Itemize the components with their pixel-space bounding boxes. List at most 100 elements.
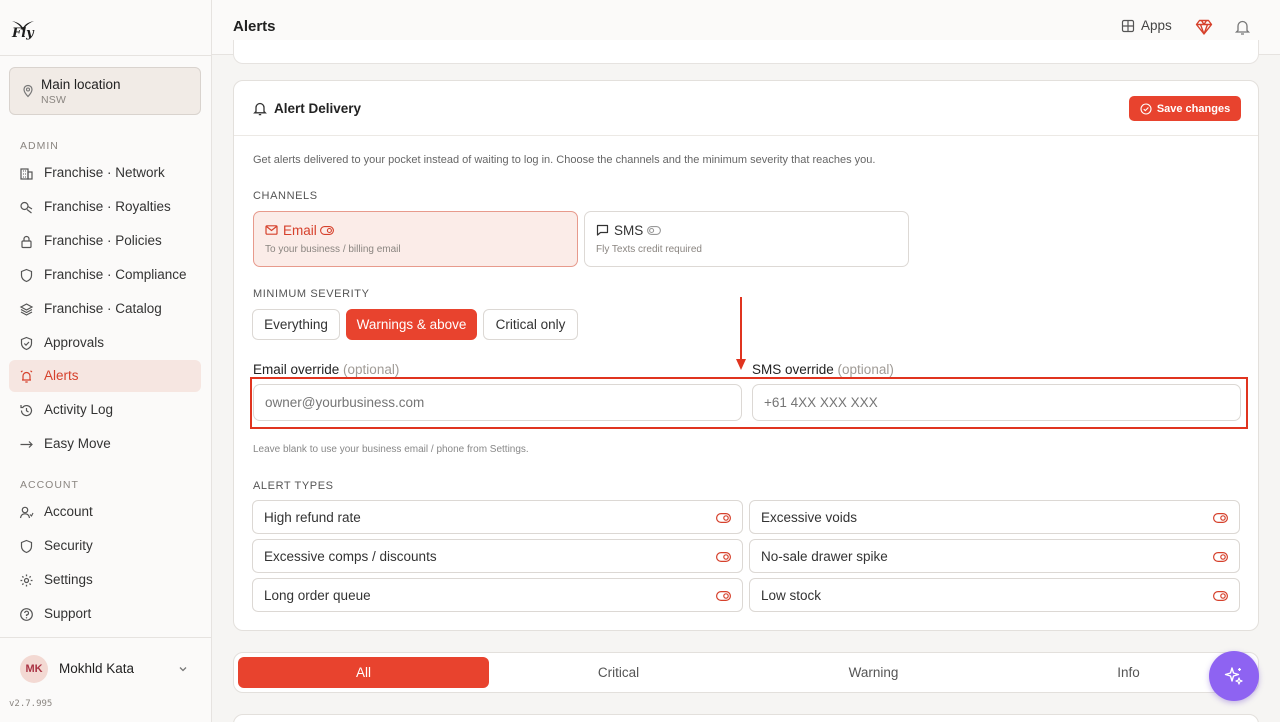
sidebar-item-label: Approvals bbox=[44, 335, 105, 350]
account-section-label: ACCOUNT bbox=[20, 479, 79, 491]
alert-type-label: High refund rate bbox=[264, 510, 361, 525]
sidebar: Fly Main location NSW ADMIN Franchise · … bbox=[0, 0, 212, 722]
user-name[interactable]: Mokhld Kata bbox=[59, 661, 134, 676]
save-label: Save changes bbox=[1156, 102, 1231, 115]
sidebar-item-label: Franchise · Catalog bbox=[44, 301, 162, 316]
sidebar-item-label: Franchise · Royalties bbox=[44, 199, 171, 214]
severity-critical-only[interactable]: Critical only bbox=[483, 309, 578, 340]
toggle-icon[interactable] bbox=[716, 552, 731, 562]
sidebar-item-alerts[interactable]: Alerts bbox=[9, 360, 201, 392]
sidebar-item-franchise-policies[interactable]: Franchise · Policies bbox=[9, 225, 201, 257]
email-override-input[interactable] bbox=[253, 384, 742, 421]
sidebar-item-settings[interactable]: Settings bbox=[9, 564, 201, 596]
avatar[interactable]: MK bbox=[20, 655, 48, 683]
user-icon bbox=[19, 506, 34, 519]
sidebar-item-account[interactable]: Account bbox=[9, 496, 201, 528]
apps-button[interactable]: Apps bbox=[1121, 18, 1172, 33]
sidebar-item-label: Support bbox=[44, 606, 92, 621]
bell-icon bbox=[253, 102, 267, 116]
toggle-icon[interactable] bbox=[716, 591, 731, 601]
sidebar-item-franchise-network[interactable]: Franchise · Network bbox=[9, 157, 201, 189]
sidebar-item-franchise-compliance[interactable]: Franchise · Compliance bbox=[9, 259, 201, 291]
channel-sms-card[interactable]: SMS Fly Texts credit required bbox=[584, 211, 909, 267]
alert-type-long-order-queue[interactable]: Long order queue bbox=[252, 578, 743, 612]
severity-label: MINIMUM SEVERITY bbox=[253, 288, 370, 300]
alert-type-low-stock[interactable]: Low stock bbox=[749, 578, 1240, 612]
coins-icon bbox=[20, 201, 33, 214]
toggle-icon[interactable] bbox=[1213, 591, 1228, 601]
shield-icon bbox=[20, 268, 33, 283]
notifications-bell-icon[interactable] bbox=[1234, 18, 1251, 36]
toggle-off-icon[interactable] bbox=[647, 226, 661, 235]
message-icon bbox=[596, 224, 609, 236]
alert-types-label: ALERT TYPES bbox=[253, 480, 334, 492]
app-version: v2.7.995 bbox=[9, 699, 53, 709]
gem-icon[interactable] bbox=[1195, 18, 1213, 36]
sidebar-item-security[interactable]: Security bbox=[9, 530, 201, 562]
toggle-icon[interactable] bbox=[1213, 513, 1228, 523]
sms-override-label-text: SMS override bbox=[752, 362, 834, 377]
toggle-icon[interactable] bbox=[1213, 552, 1228, 562]
buildings-icon bbox=[20, 168, 33, 180]
channel-sms-name: SMS bbox=[614, 223, 644, 238]
gear-icon bbox=[20, 574, 33, 587]
sidebar-item-franchise-royalties[interactable]: Franchise · Royalties bbox=[9, 191, 201, 223]
toggle-icon[interactable] bbox=[716, 513, 731, 523]
save-changes-button[interactable]: Save changes bbox=[1129, 96, 1241, 121]
sidebar-item-label: Franchise · Network bbox=[44, 165, 165, 180]
severity-warnings-above[interactable]: Warnings & above bbox=[346, 309, 477, 340]
sidebar-item-franchise-catalog[interactable]: Franchise · Catalog bbox=[9, 293, 201, 325]
email-override-label-text: Email override bbox=[253, 362, 340, 377]
sidebar-item-label: Franchise · Policies bbox=[44, 233, 162, 248]
card-description: Get alerts delivered to your pocket inst… bbox=[253, 154, 876, 166]
mail-icon bbox=[265, 225, 278, 235]
tab-warning[interactable]: Warning bbox=[748, 657, 999, 688]
email-override-label: Email override (optional) bbox=[253, 362, 399, 377]
sidebar-item-label: Franchise · Compliance bbox=[44, 267, 187, 282]
history-icon bbox=[20, 404, 33, 417]
ai-assistant-button[interactable] bbox=[1209, 651, 1259, 701]
page-title: Alerts bbox=[233, 18, 276, 35]
sidebar-item-label: Alerts bbox=[44, 368, 79, 383]
alert-type-label: No-sale drawer spike bbox=[761, 549, 888, 564]
severity-everything[interactable]: Everything bbox=[252, 309, 340, 340]
tab-critical[interactable]: Critical bbox=[493, 657, 744, 688]
location-selector[interactable]: Main location NSW bbox=[9, 67, 201, 115]
chevron-down-icon[interactable] bbox=[177, 663, 189, 675]
channel-sms-sub: Fly Texts credit required bbox=[596, 244, 702, 255]
alarm-icon bbox=[20, 370, 33, 383]
next-card bbox=[233, 714, 1259, 722]
alert-type-high-refund-rate[interactable]: High refund rate bbox=[252, 500, 743, 534]
check-circle-icon bbox=[1140, 102, 1152, 115]
admin-section-label: ADMIN bbox=[20, 140, 59, 152]
location-name: Main location bbox=[41, 77, 121, 92]
grid-icon bbox=[1121, 19, 1135, 32]
sidebar-item-label: Account bbox=[44, 504, 93, 519]
location-region: NSW bbox=[41, 94, 67, 106]
tab-all[interactable]: All bbox=[238, 657, 489, 688]
alert-type-no-sale-drawer[interactable]: No-sale drawer spike bbox=[749, 539, 1240, 573]
sidebar-item-label: Activity Log bbox=[44, 402, 114, 417]
sidebar-item-label: Easy Move bbox=[44, 436, 111, 451]
sms-override-label: SMS override (optional) bbox=[752, 362, 894, 377]
alert-type-label: Long order queue bbox=[264, 588, 371, 603]
alert-filter-tabs: All Critical Warning Info bbox=[233, 652, 1259, 693]
help-icon bbox=[20, 608, 33, 621]
toggle-on-icon[interactable] bbox=[320, 226, 334, 235]
alert-type-excessive-comps[interactable]: Excessive comps / discounts bbox=[252, 539, 743, 573]
shield-icon bbox=[20, 539, 33, 554]
sidebar-item-support[interactable]: Support bbox=[9, 598, 201, 630]
alert-type-label: Excessive voids bbox=[761, 510, 858, 525]
channels-label: CHANNELS bbox=[253, 190, 318, 202]
sidebar-item-easy-move[interactable]: Easy Move bbox=[9, 428, 201, 460]
shield-check-icon bbox=[20, 336, 33, 351]
alert-type-excessive-voids[interactable]: Excessive voids bbox=[749, 500, 1240, 534]
sms-override-input[interactable] bbox=[752, 384, 1241, 421]
map-pin-icon bbox=[23, 84, 33, 98]
sparkles-icon bbox=[1224, 667, 1243, 685]
channel-email-card[interactable]: Email To your business / billing email bbox=[253, 211, 578, 267]
card-title: Alert Delivery bbox=[274, 101, 362, 116]
lock-icon bbox=[21, 235, 32, 249]
sidebar-item-approvals[interactable]: Approvals bbox=[9, 327, 201, 359]
sidebar-item-activity-log[interactable]: Activity Log bbox=[9, 394, 201, 426]
